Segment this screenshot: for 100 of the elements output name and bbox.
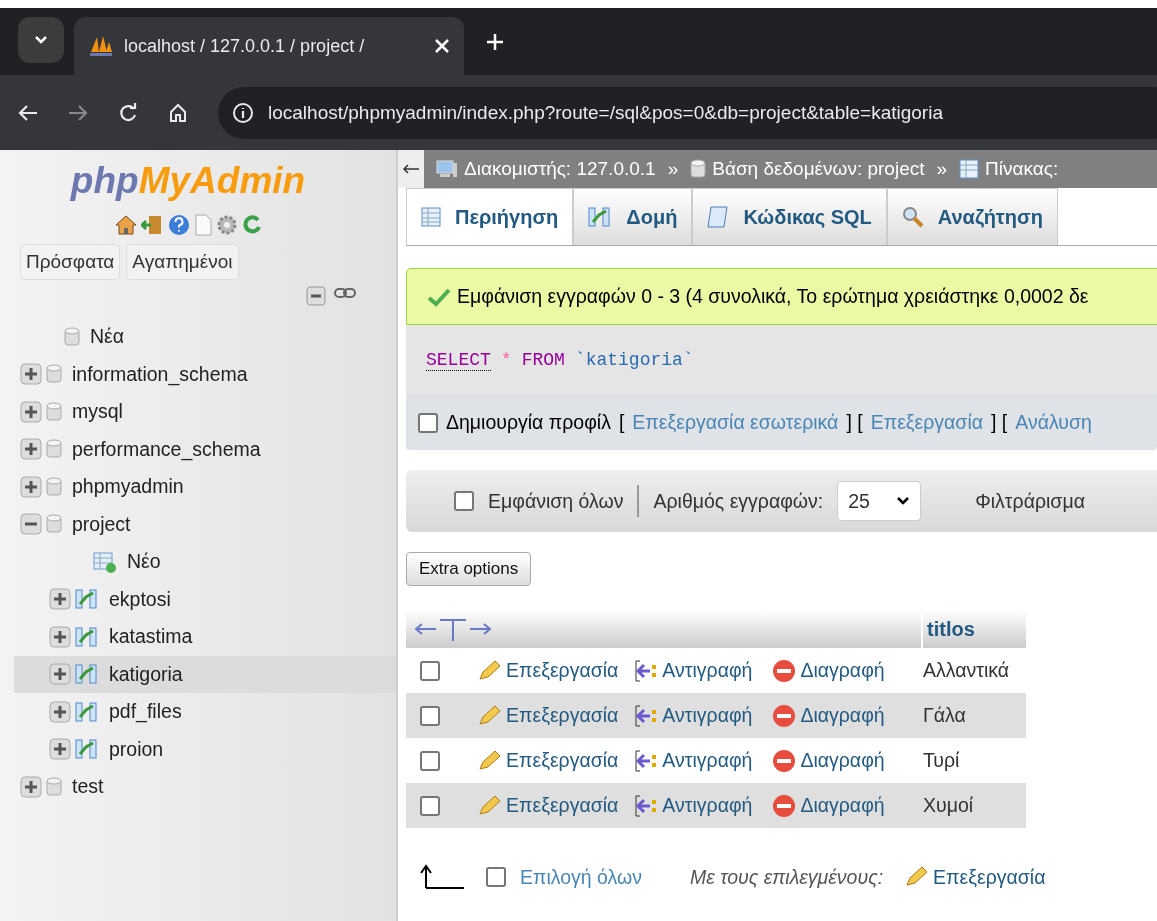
phpmyadmin-logo[interactable]: phpMyAdmin bbox=[20, 160, 356, 202]
tree-item[interactable]: Νέο bbox=[14, 543, 396, 581]
breadcrumb-link[interactable]: Διακομιστής: 127.0.0.1 bbox=[464, 158, 656, 180]
table-icon bbox=[75, 588, 99, 611]
delete-link[interactable]: Διαγραφή bbox=[772, 748, 885, 773]
expand-icon[interactable] bbox=[20, 363, 42, 386]
column-header[interactable]: titlos bbox=[921, 610, 1026, 648]
reload-icon[interactable] bbox=[118, 102, 138, 123]
pencil-icon bbox=[476, 748, 502, 773]
new-tab-icon[interactable] bbox=[486, 33, 504, 51]
table-icon bbox=[421, 207, 441, 227]
tree-item[interactable]: phpmyadmin bbox=[20, 468, 396, 506]
table-icon bbox=[588, 206, 613, 228]
collapse-icon[interactable] bbox=[20, 513, 42, 536]
address-bar[interactable]: localhost/phpmyadmin/index.php?route=/sql&pos=0&db=project&table=katigoria bbox=[218, 86, 1157, 139]
edit-link[interactable]: Επεξεργασία bbox=[476, 703, 619, 728]
back-arrow-icon bbox=[402, 163, 420, 175]
sql-query: SELECT * FROM `katigoria` bbox=[406, 325, 1157, 395]
expand-icon[interactable] bbox=[20, 475, 42, 498]
delete-link[interactable]: Διαγραφή bbox=[772, 658, 885, 683]
home-icon[interactable] bbox=[113, 214, 138, 236]
checkbox[interactable] bbox=[454, 491, 474, 511]
rows-select[interactable]: 25 bbox=[837, 481, 922, 521]
tree-item[interactable]: katigoria bbox=[14, 655, 396, 693]
delete-link[interactable]: Διαγραφή bbox=[772, 703, 885, 728]
checkbox[interactable] bbox=[486, 867, 506, 887]
help-icon[interactable] bbox=[167, 214, 190, 236]
expand-icon[interactable] bbox=[49, 700, 71, 723]
tab[interactable]: Κώδικας SQL bbox=[692, 188, 887, 245]
expand-icon[interactable] bbox=[20, 438, 42, 461]
link-icon[interactable] bbox=[334, 286, 356, 300]
browser-tab[interactable]: localhost / 127.0.0.1 / project / bbox=[74, 17, 464, 75]
column-arrows-icon[interactable] bbox=[414, 617, 492, 641]
tree-item[interactable]: information_schema bbox=[20, 355, 396, 393]
copy-link[interactable]: Αντιγραφή bbox=[634, 748, 753, 773]
table-icon bbox=[75, 700, 99, 723]
tab-list-button[interactable] bbox=[18, 17, 64, 63]
edit-link[interactable]: Επεξεργασία bbox=[476, 793, 619, 818]
tree-item[interactable]: Νέα bbox=[20, 318, 396, 356]
copy-link[interactable]: Αντιγραφή bbox=[634, 703, 753, 728]
tab[interactable]: Δομή bbox=[573, 188, 693, 245]
database-icon bbox=[46, 476, 62, 497]
expand-icon[interactable] bbox=[49, 588, 71, 611]
tree-item[interactable]: project bbox=[20, 505, 396, 543]
back-arrow-icon[interactable] bbox=[18, 103, 38, 122]
expand-icon[interactable] bbox=[49, 625, 71, 648]
select-all-label[interactable]: Επιλογή όλων bbox=[520, 865, 642, 889]
collapse-all-icon[interactable] bbox=[306, 286, 328, 308]
copy-rows-icon bbox=[634, 793, 659, 818]
tab-title: localhost / 127.0.0.1 / project / bbox=[124, 35, 366, 57]
bracket-text: ] [ bbox=[991, 411, 1008, 434]
row-checkbox[interactable] bbox=[420, 750, 440, 771]
row-checkbox[interactable] bbox=[420, 795, 440, 816]
edit-link[interactable]: Επεξεργασία bbox=[476, 748, 619, 773]
server-icon bbox=[436, 159, 458, 179]
tab[interactable]: Αναζήτηση bbox=[886, 188, 1058, 245]
expand-icon[interactable] bbox=[20, 775, 42, 798]
back-button[interactable] bbox=[398, 150, 424, 188]
extra-options-button[interactable]: Extra options bbox=[406, 552, 532, 586]
pencil-icon bbox=[476, 658, 502, 683]
new-table-icon bbox=[93, 550, 117, 573]
row-checkbox[interactable] bbox=[420, 660, 440, 681]
tree-item[interactable]: mysql bbox=[20, 393, 396, 431]
info-icon[interactable] bbox=[232, 101, 254, 124]
sidebar-tab-button[interactable]: Πρόσφατα bbox=[20, 244, 121, 280]
tab[interactable]: Περιήγηση bbox=[406, 188, 574, 245]
expand-icon[interactable] bbox=[49, 738, 71, 761]
message-text: Εμφάνιση εγγραφών 0 - 3 (4 συνολικά, Το ερώτημα χρειάστηκε 0,0002 δε bbox=[457, 285, 1089, 308]
tree-item[interactable]: ekptosi bbox=[14, 580, 396, 618]
checkmark-icon bbox=[427, 286, 451, 307]
expand-icon[interactable] bbox=[20, 400, 42, 423]
close-icon[interactable] bbox=[434, 38, 450, 54]
home-icon[interactable] bbox=[168, 102, 188, 123]
expand-icon[interactable] bbox=[49, 663, 71, 686]
delete-link[interactable]: Διαγραφή bbox=[772, 793, 885, 818]
edit-link[interactable]: Επεξεργασία bbox=[903, 865, 1046, 889]
copy-link[interactable]: Αντιγραφή bbox=[634, 658, 753, 683]
breadcrumb-link[interactable]: Βάση δεδομένων: project bbox=[712, 158, 925, 180]
chevron-down-icon bbox=[34, 35, 48, 45]
delete-icon bbox=[772, 748, 797, 773]
delete-icon bbox=[772, 703, 797, 728]
tree-item[interactable]: katastima bbox=[14, 618, 396, 656]
tree-item[interactable]: test bbox=[20, 768, 396, 806]
profiling-label: Δημιουργία προφίλ bbox=[446, 411, 611, 434]
copy-link[interactable]: Αντιγραφή bbox=[634, 793, 753, 818]
table-cell-text: Τυρί bbox=[922, 748, 961, 773]
checkbox[interactable] bbox=[418, 412, 438, 433]
table-cell-text: Αλλαντικά bbox=[922, 658, 1011, 683]
breadcrumb-link[interactable]: Πίνακας: bbox=[985, 158, 1059, 180]
sidebar-tab-button[interactable]: Αγαπημένοι bbox=[126, 244, 239, 280]
row-checkbox[interactable] bbox=[420, 705, 440, 726]
tree-item[interactable]: performance_schema bbox=[20, 430, 396, 468]
bracket-text: [ bbox=[618, 411, 625, 434]
settings-icon[interactable] bbox=[215, 214, 238, 236]
tree-item[interactable]: proion bbox=[14, 730, 396, 768]
tree-item[interactable]: pdf_files bbox=[14, 693, 396, 731]
edit-link[interactable]: Επεξεργασία bbox=[476, 658, 619, 683]
document-icon bbox=[707, 205, 730, 229]
database-icon bbox=[46, 364, 62, 385]
forward-arrow-icon[interactable] bbox=[68, 103, 88, 122]
